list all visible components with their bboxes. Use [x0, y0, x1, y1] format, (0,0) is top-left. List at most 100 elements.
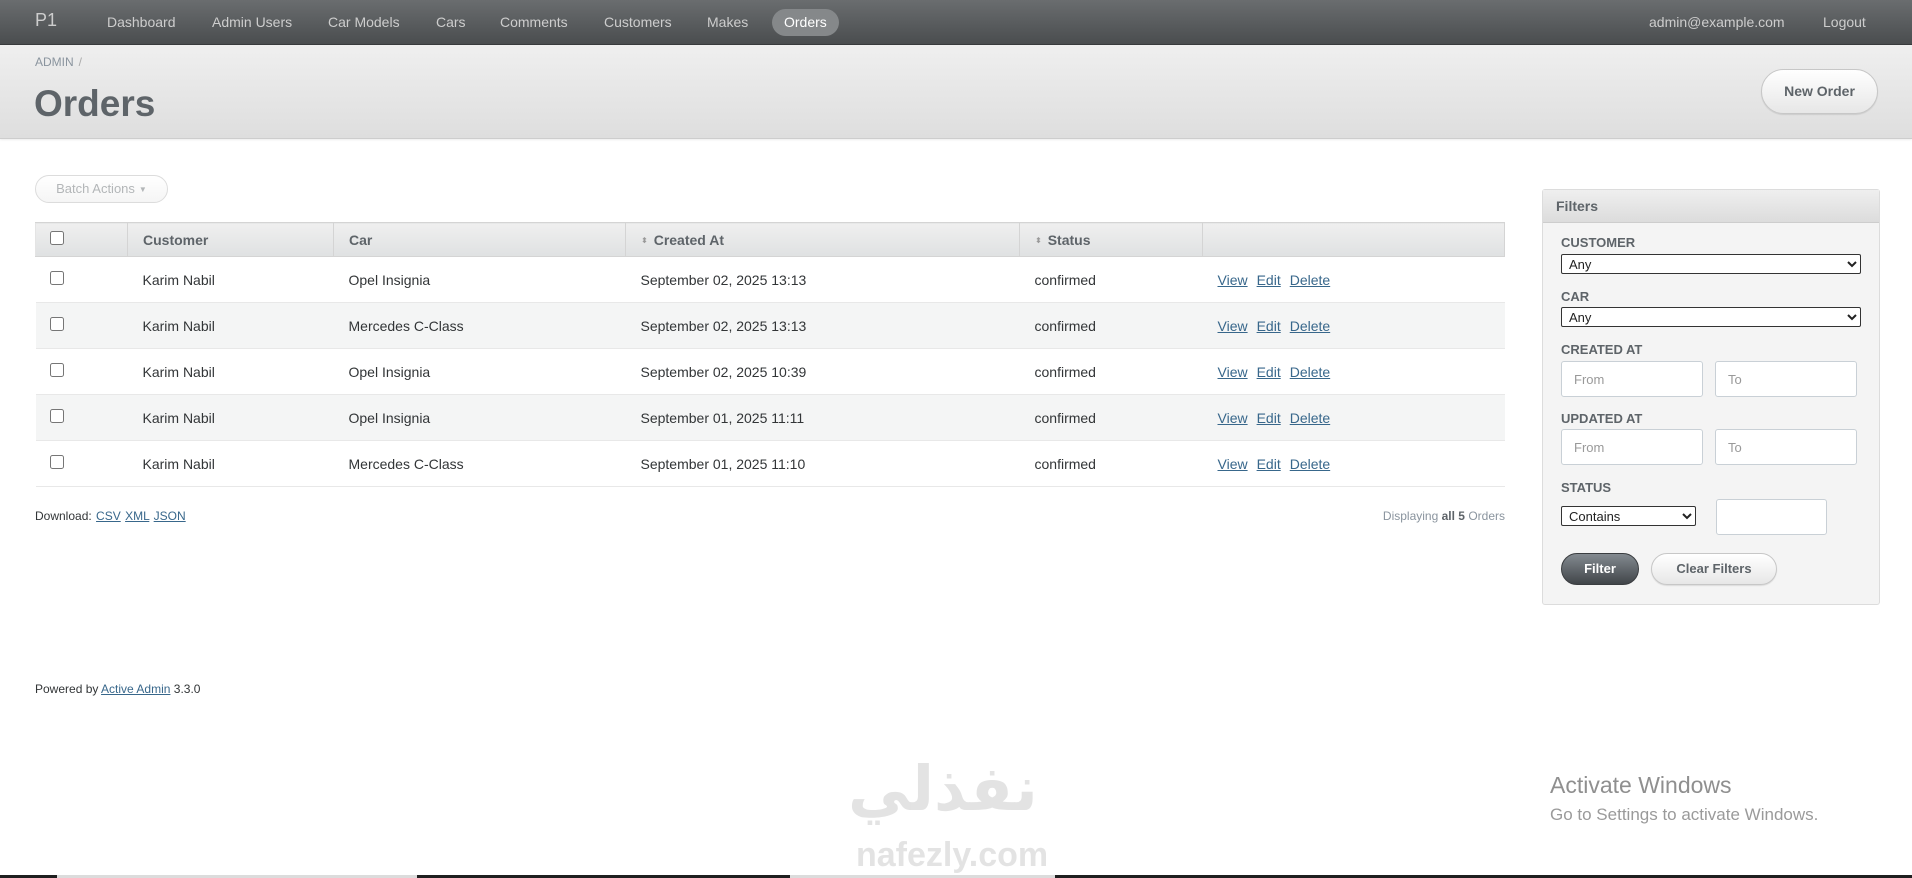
filters-panel: Filters CUSTOMER Any CAR Any CREATED AT …	[1542, 189, 1880, 605]
column-header-status-label: Status	[1047, 231, 1091, 248]
cell-status: confirmed	[1019, 302, 1203, 349]
edit-link[interactable]: Edit	[1257, 456, 1281, 472]
filter-created-at-label: CREATED AT	[1561, 342, 1643, 357]
view-link[interactable]: View	[1218, 272, 1248, 288]
clear-filters-button[interactable]: Clear Filters	[1651, 553, 1777, 585]
table-row: Karim Nabil Opel Insignia September 02, …	[35, 348, 1505, 395]
filter-status-label: STATUS	[1561, 480, 1612, 495]
watermark-logo-latin: nafezly.com	[856, 836, 1049, 874]
cell-actions: View Edit Delete	[1202, 394, 1505, 441]
nav-item-comments[interactable]: Comments	[488, 9, 580, 36]
filter-customer-select[interactable]: Any	[1561, 254, 1861, 274]
cell-customer: Karim Nabil	[127, 348, 334, 395]
download-xml-link[interactable]: XML	[125, 509, 149, 523]
cell-created-at: September 02, 2025 13:13	[625, 256, 1020, 303]
view-link[interactable]: View	[1218, 456, 1248, 472]
site-title[interactable]: P1	[35, 10, 57, 31]
filter-updated-at-from[interactable]	[1561, 429, 1703, 465]
download-links: Download: CSV XML JSON	[35, 509, 186, 523]
filter-created-at-to[interactable]	[1715, 361, 1857, 397]
nav-item-car-models[interactable]: Car Models	[316, 9, 412, 36]
table-header-row: Customer Car ⬍ Created At ⬍ Status	[35, 222, 1505, 257]
filter-car-label: CAR	[1561, 289, 1590, 304]
current-user-email[interactable]: admin@example.com	[1649, 9, 1785, 36]
cell-customer: Karim Nabil	[127, 394, 334, 441]
column-header-status[interactable]: ⬍ Status	[1019, 222, 1203, 257]
row-select-cell	[35, 302, 128, 349]
cell-car: Opel Insignia	[333, 348, 626, 395]
filter-button[interactable]: Filter	[1561, 553, 1639, 585]
footer-prefix: Powered by	[35, 682, 99, 696]
filter-status-input[interactable]	[1716, 499, 1827, 535]
cell-actions: View Edit Delete	[1202, 256, 1505, 303]
watermark-logo-arabic: نفذلي	[848, 752, 1038, 825]
pagination-prefix: Displaying	[1382, 509, 1439, 523]
row-checkbox[interactable]	[49, 455, 64, 469]
filter-created-at-from[interactable]	[1561, 361, 1703, 397]
cell-status: confirmed	[1019, 256, 1203, 303]
delete-link[interactable]: Delete	[1290, 364, 1330, 380]
chevron-down-icon: ▼	[138, 184, 147, 194]
batch-actions-label: Batch Actions	[56, 181, 135, 196]
view-link[interactable]: View	[1218, 318, 1248, 334]
column-header-car: Car	[333, 222, 626, 257]
orders-table: Customer Car ⬍ Created At ⬍ Status Karim N…	[35, 222, 1505, 487]
breadcrumb: ADMIN /	[35, 55, 82, 69]
view-link[interactable]: View	[1218, 364, 1248, 380]
download-label: Download:	[35, 509, 92, 523]
view-link[interactable]: View	[1218, 410, 1248, 426]
pagination-suffix: Orders	[1468, 509, 1505, 523]
breadcrumb-separator: /	[78, 55, 83, 69]
delete-link[interactable]: Delete	[1290, 272, 1330, 288]
new-order-button[interactable]: New Order	[1761, 69, 1878, 114]
download-json-link[interactable]: JSON	[154, 509, 186, 523]
breadcrumb-admin-link[interactable]: ADMIN	[35, 55, 74, 69]
activate-windows-subtitle: Go to Settings to activate Windows.	[1550, 805, 1819, 824]
activate-windows-title: Activate Windows	[1550, 772, 1732, 798]
row-checkbox[interactable]	[49, 317, 64, 331]
delete-link[interactable]: Delete	[1290, 318, 1330, 334]
nav-item-orders[interactable]: Orders	[772, 9, 839, 36]
row-select-cell	[35, 256, 128, 303]
edit-link[interactable]: Edit	[1257, 318, 1281, 334]
cell-created-at: September 01, 2025 11:11	[625, 394, 1020, 441]
cell-car: Opel Insignia	[333, 394, 626, 441]
cell-created-at: September 02, 2025 13:13	[625, 302, 1020, 349]
cell-created-at: September 02, 2025 10:39	[625, 348, 1020, 395]
logout-link[interactable]: Logout	[1823, 9, 1866, 36]
edit-link[interactable]: Edit	[1257, 410, 1281, 426]
filter-car-select[interactable]: Any	[1561, 307, 1861, 327]
active-admin-link[interactable]: Active Admin	[101, 682, 170, 696]
cell-car: Mercedes C-Class	[333, 440, 626, 487]
cell-car: Mercedes C-Class	[333, 302, 626, 349]
sort-icon: ⬍	[641, 235, 648, 245]
column-header-actions	[1202, 222, 1505, 257]
download-csv-link[interactable]: CSV	[96, 509, 121, 523]
nav-item-admin-users[interactable]: Admin Users	[200, 9, 304, 36]
pagination-info: Displaying all 5 Orders	[1290, 509, 1505, 523]
edit-link[interactable]: Edit	[1257, 272, 1281, 288]
row-select-cell	[35, 394, 128, 441]
nav-item-cars[interactable]: Cars	[424, 9, 478, 36]
cell-car: Opel Insignia	[333, 256, 626, 303]
filter-updated-at-to[interactable]	[1715, 429, 1857, 465]
batch-actions-dropdown[interactable]: Batch Actions ▼	[35, 175, 168, 203]
cell-created-at: September 01, 2025 11:10	[625, 440, 1020, 487]
nav-item-customers[interactable]: Customers	[592, 9, 684, 36]
row-checkbox[interactable]	[49, 271, 64, 285]
filter-status-operator-select[interactable]: Contains	[1561, 506, 1696, 526]
delete-link[interactable]: Delete	[1290, 456, 1330, 472]
table-row: Karim Nabil Mercedes C-Class September 0…	[35, 440, 1505, 487]
nav-item-makes[interactable]: Makes	[695, 9, 760, 36]
select-all-checkbox[interactable]	[50, 231, 64, 245]
row-checkbox[interactable]	[49, 409, 64, 423]
filter-customer-label: CUSTOMER	[1561, 235, 1636, 250]
nav-item-dashboard[interactable]: Dashboard	[95, 9, 188, 36]
cell-actions: View Edit Delete	[1202, 302, 1505, 349]
cell-actions: View Edit Delete	[1202, 348, 1505, 395]
table-row: Karim Nabil Mercedes C-Class September 0…	[35, 302, 1505, 349]
row-checkbox[interactable]	[49, 363, 64, 377]
column-header-created-at[interactable]: ⬍ Created At	[625, 222, 1020, 257]
delete-link[interactable]: Delete	[1290, 410, 1330, 426]
edit-link[interactable]: Edit	[1257, 364, 1281, 380]
